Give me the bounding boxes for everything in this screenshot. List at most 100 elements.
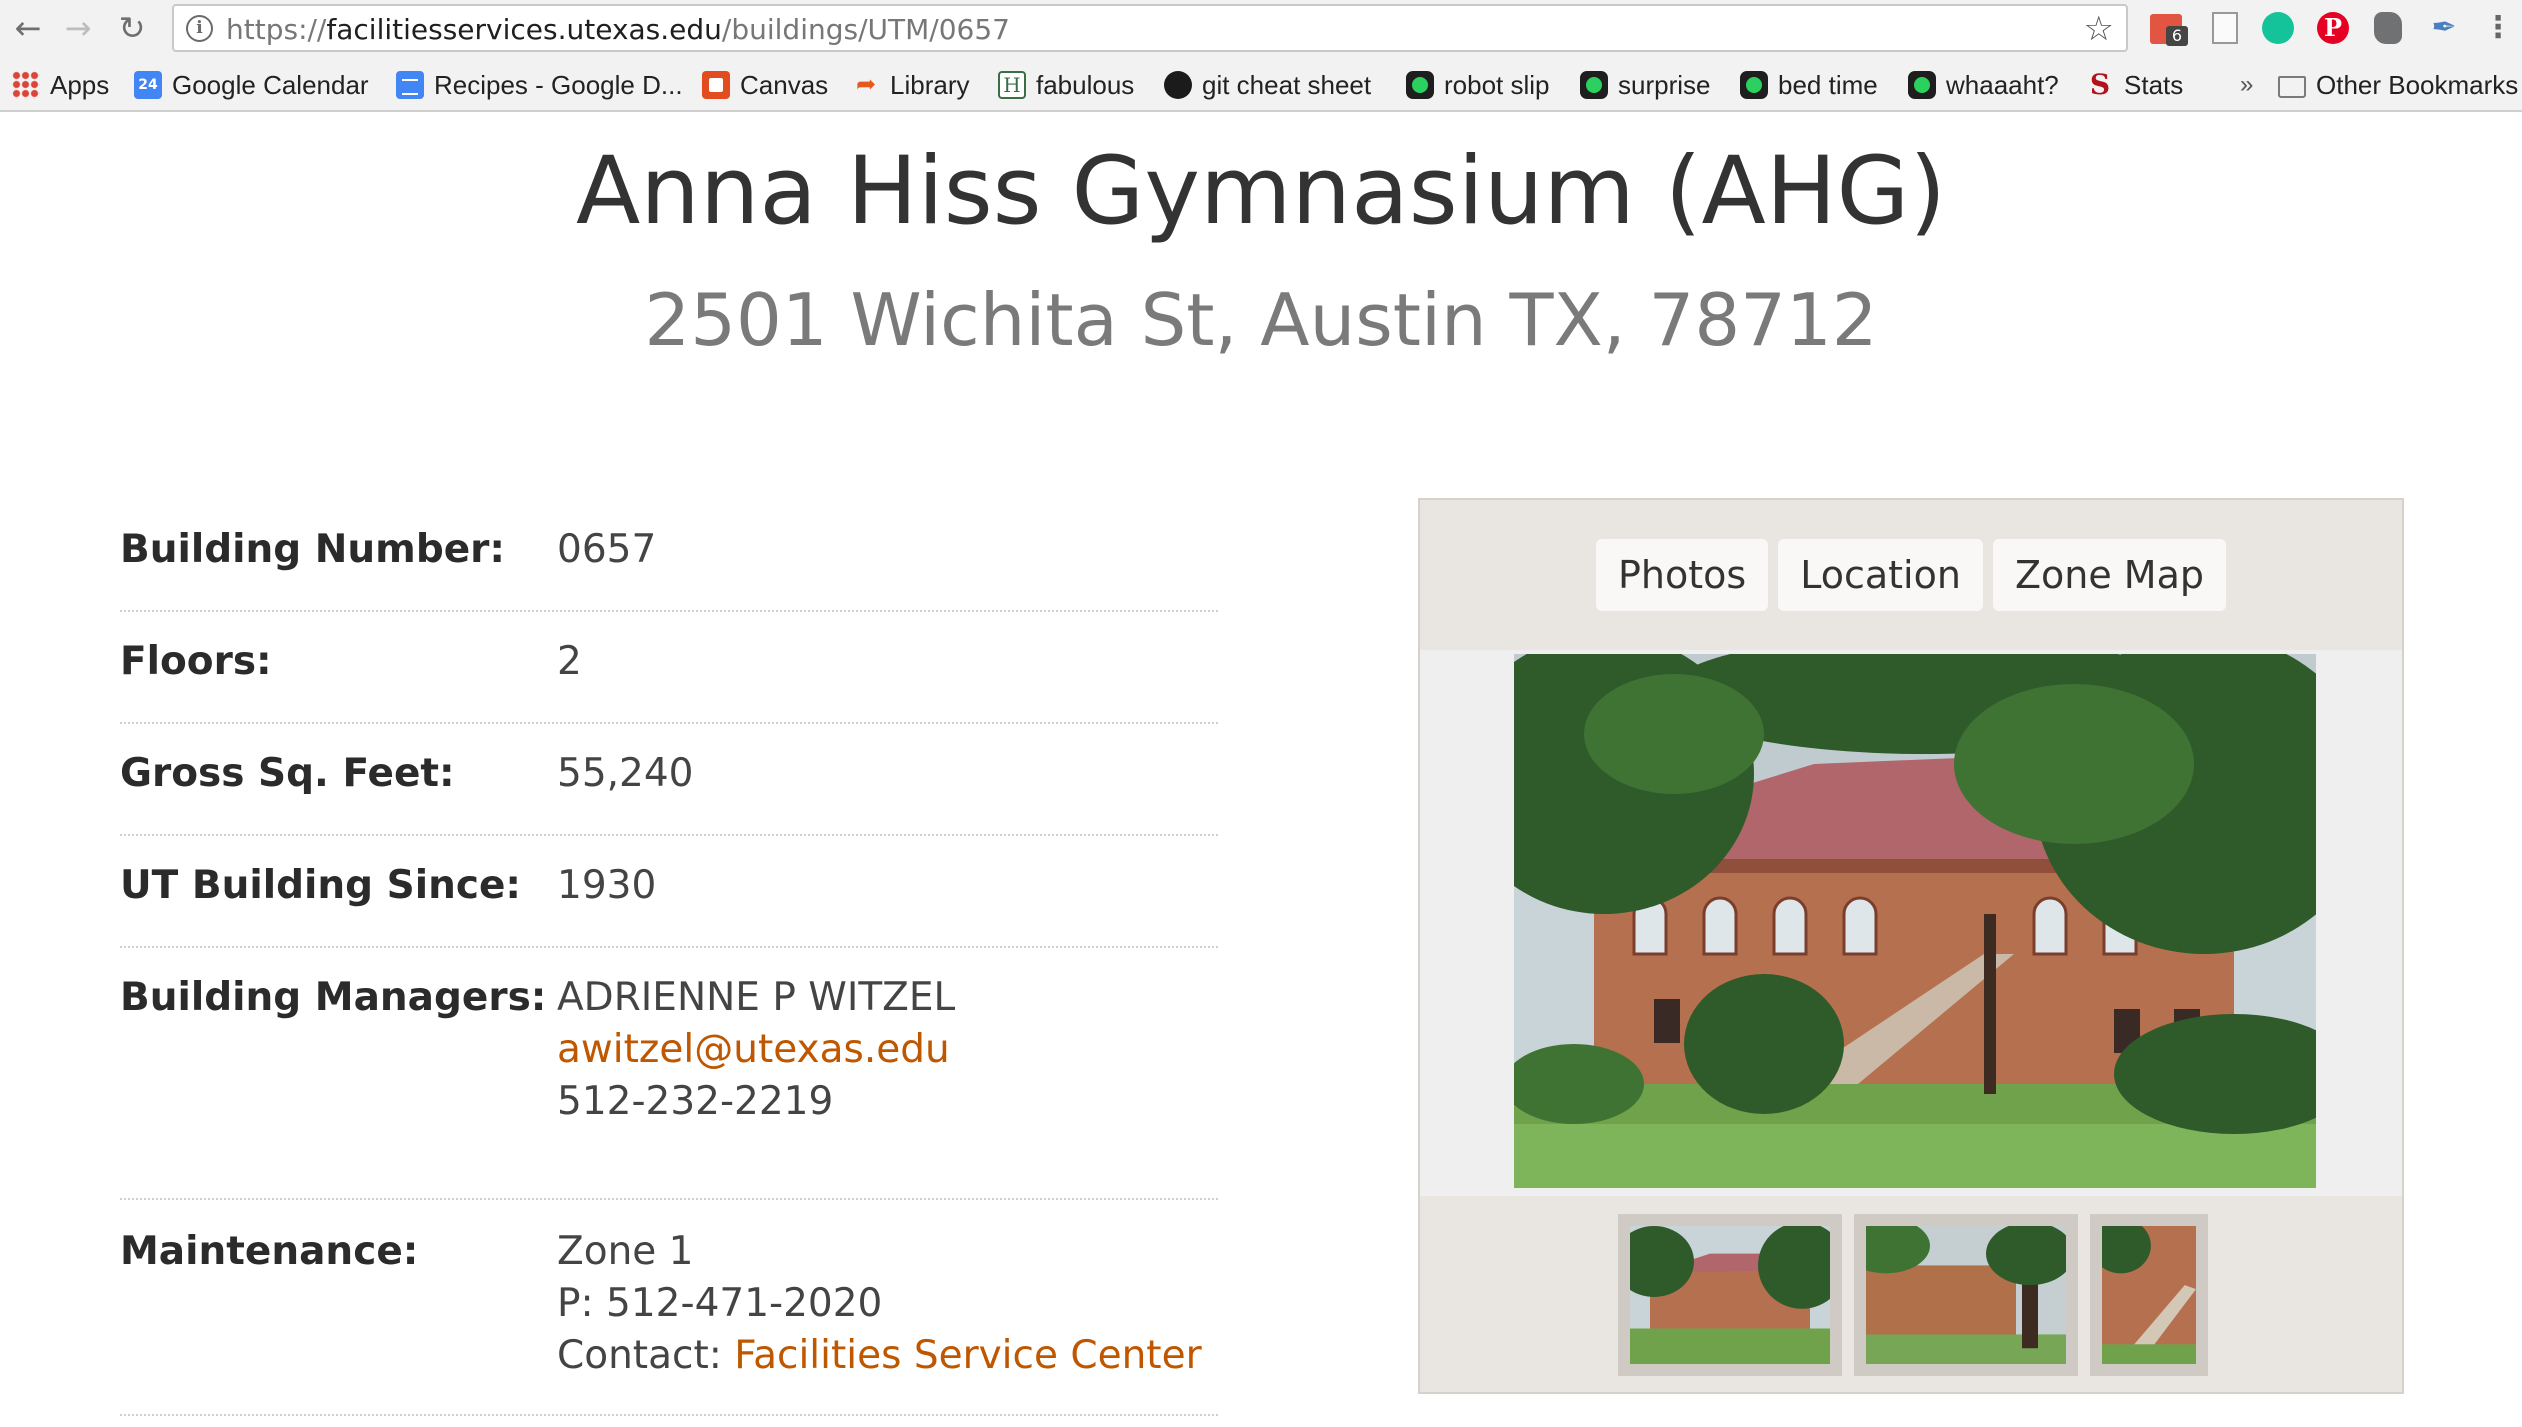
maintenance-phone: P: 512-471-2020 [557,1281,883,1326]
bookmark-canvas[interactable]: Canvas [702,68,828,102]
google-docs-icon [396,71,424,99]
bookmark-other-bookmarks[interactable]: Other Bookmarks [2278,68,2518,102]
detail-row-gross-sq-feet: Gross Sq. Feet: 55,240 [120,748,1218,836]
thumbnail-image [2102,1226,2196,1364]
bookmark-robot-slip[interactable]: robot slip [1406,68,1550,102]
bookmark-library[interactable]: ➦ Library [852,68,970,102]
url-text[interactable]: https://facilitiesservices.utexas.edu/bu… [226,14,1010,46]
green-dot-icon [1406,71,1434,99]
bookmark-whaaaht[interactable]: whaaaht? [1908,68,2059,102]
detail-value: 0657 [557,527,657,572]
bookmark-label: Google Calendar [172,69,369,100]
detail-row-ut-building-since: UT Building Since: 1930 [120,860,1218,948]
eyedropper-extension-icon[interactable]: ✒ [2424,8,2464,48]
bookmark-label: Library [890,69,970,100]
fabulous-icon: H [998,71,1026,99]
manager-name: ADRIENNE P WITZEL [557,975,956,1020]
bookmark-surprise[interactable]: surprise [1580,68,1710,102]
photo-thumbnail[interactable] [2090,1214,2208,1376]
url-path: /buildings/UTM/0657 [721,13,1010,46]
detail-label: Gross Sq. Feet: [120,751,455,796]
url-host: facilitiesservices.utexas.edu [326,13,722,46]
building-photo-image [1514,654,2316,1188]
photo-thumbnail[interactable] [1618,1214,1842,1376]
thumbnail-image [1630,1226,1830,1364]
bookmark-label: surprise [1618,69,1711,100]
bookmark-bed-time[interactable]: bed time [1740,68,1878,102]
document-extension-icon[interactable] [2204,8,2244,48]
browser-chrome: ← → ↻ i https://facilitiesservices.utexa… [0,0,2522,112]
calendar-badge: 6 [2166,26,2188,46]
detail-label: Building Number: [120,527,506,572]
bookmarks-overflow-chevron[interactable]: » [2240,68,2253,102]
calendar-extension-icon[interactable]: 6 [2148,8,2188,48]
bookmark-label: whaaaht? [1946,69,2059,100]
url-scheme: https:// [226,13,327,46]
detail-value: Zone 1 P: 512-471-2020 Contact: Faciliti… [557,1226,1202,1382]
site-info-icon[interactable]: i [186,15,213,42]
detail-label: UT Building Since: [120,863,522,908]
folder-icon [2278,76,2306,98]
bookmark-apps[interactable]: Apps [12,68,109,102]
bookmark-label: fabulous [1036,69,1135,100]
library-icon: ➦ [855,71,877,98]
photo-stage [1420,650,2402,1196]
detail-row-building-number: Building Number: 0657 [120,524,1218,612]
page-title: Anna Hiss Gymnasium (AHG) [575,137,1947,246]
bookmark-label: Canvas [740,69,829,100]
detail-value: ADRIENNE P WITZEL awitzel@utexas.edu 512… [557,972,955,1128]
bookmark-git-cheat-sheet[interactable]: git cheat sheet [1164,68,1371,102]
detail-label: Building Managers: [120,975,547,1020]
bookmark-label: Apps [50,69,110,100]
building-photo[interactable] [1514,654,2316,1188]
media-tabs: Photos Location Zone Map [1420,500,2402,650]
browser-menu-icon[interactable]: ⋮ [2478,8,2518,48]
detail-label: Maintenance: [120,1229,419,1274]
bookmark-star-icon[interactable]: ☆ [2084,9,2114,49]
detail-value: 2 [557,639,582,684]
reload-icon[interactable]: ↻ [112,8,152,48]
manager-phone: 512-232-2219 [557,1079,834,1124]
facilities-service-center-link[interactable]: Facilities Service Center [734,1333,1201,1378]
bookmark-fabulous[interactable]: Hfabulous [998,68,1134,102]
back-arrow-icon[interactable]: ← [8,8,48,48]
bookmark-label: bed time [1778,69,1878,100]
tab-photos[interactable]: Photos [1596,539,1769,611]
maintenance-contact: Contact: Facilities Service Center [557,1330,1202,1382]
detail-row-floors: Floors: 2 [120,636,1218,724]
photo-thumbnails [1618,1214,2208,1376]
bookmark-recipes[interactable]: Recipes - Google D... [396,68,683,102]
contact-prefix: Contact: [557,1333,735,1378]
manager-email-link[interactable]: awitzel@utexas.edu [557,1024,955,1076]
bookmark-stats[interactable]: S Stats [2086,68,2183,102]
grammarly-extension-icon[interactable] [2258,8,2298,48]
bookmark-google-calendar[interactable]: 24 Google Calendar [134,68,369,102]
detail-row-maintenance: Maintenance: Zone 1 P: 512-471-2020 Cont… [120,1226,1218,1416]
github-icon [1164,71,1192,99]
thumbnail-image [1866,1226,2066,1364]
detail-label: Floors: [120,639,272,684]
bookmark-label: Recipes - Google D... [434,69,683,100]
green-dot-icon [1908,71,1936,99]
canvas-icon [702,71,730,99]
apps-grid-icon [12,71,40,99]
pinterest-extension-icon[interactable]: P [2313,8,2353,48]
evernote-extension-icon[interactable] [2368,8,2408,48]
address-bar[interactable]: i https://facilitiesservices.utexas.edu/… [172,4,2128,52]
stanford-icon: S [2089,68,2111,101]
bookmark-label: robot slip [1444,69,1550,100]
building-address: 2501 Wichita St, Austin TX, 78712 [644,278,1878,362]
photo-thumbnail[interactable] [1854,1214,2078,1376]
forward-arrow-icon[interactable]: → [58,8,98,48]
detail-value: 1930 [557,863,657,908]
green-dot-icon [1740,71,1768,99]
bookmark-label: Other Bookmarks [2316,69,2519,100]
detail-value: 55,240 [557,751,694,796]
tab-zone-map[interactable]: Zone Map [1992,539,2226,611]
bookmarks-bar: Apps 24 Google Calendar Recipes - Google … [0,60,2522,110]
tab-location[interactable]: Location [1778,539,1983,611]
bookmark-label: git cheat sheet [1202,69,1372,100]
media-panel: Photos Location Zone Map [1418,498,2404,1394]
google-calendar-icon: 24 [134,71,162,99]
green-dot-icon [1580,71,1608,99]
